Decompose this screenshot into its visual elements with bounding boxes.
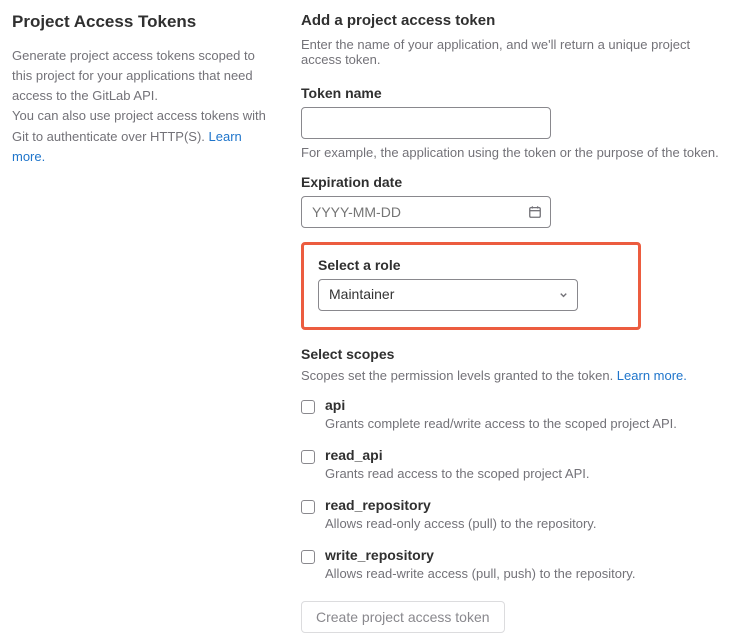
page-title: Project Access Tokens xyxy=(12,12,277,32)
scope-desc: Grants complete read/write access to the… xyxy=(325,416,727,431)
scope-checkbox-read-api[interactable] xyxy=(301,450,315,464)
token-name-label: Token name xyxy=(301,85,727,101)
scope-desc: Allows read-only access (pull) to the re… xyxy=(325,516,727,531)
scope-name: read_api xyxy=(325,447,727,463)
scope-name: api xyxy=(325,397,727,413)
scopes-label: Select scopes xyxy=(301,346,727,362)
scopes-learn-more-link[interactable]: Learn more. xyxy=(617,368,687,383)
role-select[interactable]: Maintainer xyxy=(318,279,578,311)
create-token-button[interactable]: Create project access token xyxy=(301,601,505,633)
role-label: Select a role xyxy=(318,257,624,273)
scope-checkbox-read-repository[interactable] xyxy=(301,500,315,514)
scope-item: read_repository Allows read-only access … xyxy=(301,497,727,531)
scope-checkbox-write-repository[interactable] xyxy=(301,550,315,564)
role-highlight-box: Select a role Maintainer xyxy=(301,242,641,330)
scopes-section: Select scopes Scopes set the permission … xyxy=(301,346,727,383)
section-intro: Enter the name of your application, and … xyxy=(301,37,727,67)
scopes-intro-text: Scopes set the permission levels granted… xyxy=(301,368,727,383)
expiration-label: Expiration date xyxy=(301,174,727,190)
scope-name: read_repository xyxy=(325,497,727,513)
scope-checkbox-api[interactable] xyxy=(301,400,315,414)
scope-item: api Grants complete read/write access to… xyxy=(301,397,727,431)
expiration-field: Expiration date xyxy=(301,174,727,228)
scope-item: write_repository Allows read-write acces… xyxy=(301,547,727,581)
token-name-field: Token name For example, the application … xyxy=(301,85,727,160)
section-heading: Add a project access token xyxy=(301,12,727,29)
left-desc-line1: Generate project access tokens scoped to… xyxy=(12,48,255,103)
token-name-helper: For example, the application using the t… xyxy=(301,145,727,160)
scope-desc: Allows read-write access (pull, push) to… xyxy=(325,566,727,581)
expiration-input[interactable] xyxy=(301,196,551,228)
token-name-input[interactable] xyxy=(301,107,551,139)
scope-name: write_repository xyxy=(325,547,727,563)
scope-item: read_api Grants read access to the scope… xyxy=(301,447,727,481)
left-description: Generate project access tokens scoped to… xyxy=(12,46,277,167)
scope-desc: Grants read access to the scoped project… xyxy=(325,466,727,481)
